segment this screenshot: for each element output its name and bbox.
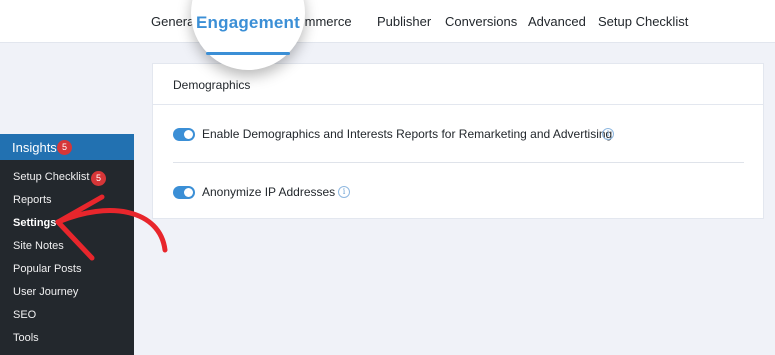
divider — [173, 162, 744, 163]
setting-label: Enable Demographics and Interests Report… — [202, 127, 613, 141]
setting-label: Anonymize IP Addresses — [202, 185, 336, 199]
divider — [153, 104, 763, 105]
active-tab-underline — [206, 52, 290, 55]
info-icon[interactable]: i — [338, 186, 350, 198]
settings-tab-bar: General Commerce Publisher Conversions A… — [0, 0, 775, 43]
tab-setup-checklist[interactable]: Setup Checklist — [598, 14, 688, 29]
sidebar-item-label: Setup Checklist — [13, 171, 90, 183]
notification-badge: 5 — [57, 140, 72, 155]
demographics-card: Demographics Enable Demographics and Int… — [152, 63, 764, 219]
admin-sidebar: Insights 5 Setup Checklist 5 Reports Set… — [0, 134, 134, 355]
sidebar-item-tools[interactable]: Tools — [13, 332, 39, 344]
demographics-toggle[interactable] — [173, 128, 195, 141]
info-icon[interactable]: i — [602, 128, 614, 140]
toggle-knob — [184, 188, 193, 197]
notification-badge: 5 — [91, 171, 106, 186]
sidebar-item-site-notes[interactable]: Site Notes — [13, 240, 64, 252]
sidebar-header-label: Insights — [12, 140, 57, 155]
magnifier-callout: Engagement — [191, 0, 305, 70]
sidebar-item-popular-posts[interactable]: Popular Posts — [13, 263, 81, 275]
tab-conversions[interactable]: Conversions — [445, 14, 517, 29]
sidebar-item-insights[interactable]: Insights 5 — [0, 134, 134, 160]
tab-advanced[interactable]: Advanced — [528, 14, 586, 29]
sidebar-item-user-journey[interactable]: User Journey — [13, 286, 78, 298]
toggle-knob — [184, 130, 193, 139]
tab-engagement[interactable]: Engagement — [191, 13, 305, 33]
card-title: Demographics — [173, 78, 251, 92]
sidebar-item-setup-checklist[interactable]: Setup Checklist 5 — [13, 171, 106, 186]
anonymize-ip-toggle[interactable] — [173, 186, 195, 199]
sidebar-item-settings[interactable]: Settings — [13, 217, 56, 229]
sidebar-item-reports[interactable]: Reports — [13, 194, 52, 206]
tab-publisher[interactable]: Publisher — [377, 14, 431, 29]
sidebar-item-seo[interactable]: SEO — [13, 309, 36, 321]
